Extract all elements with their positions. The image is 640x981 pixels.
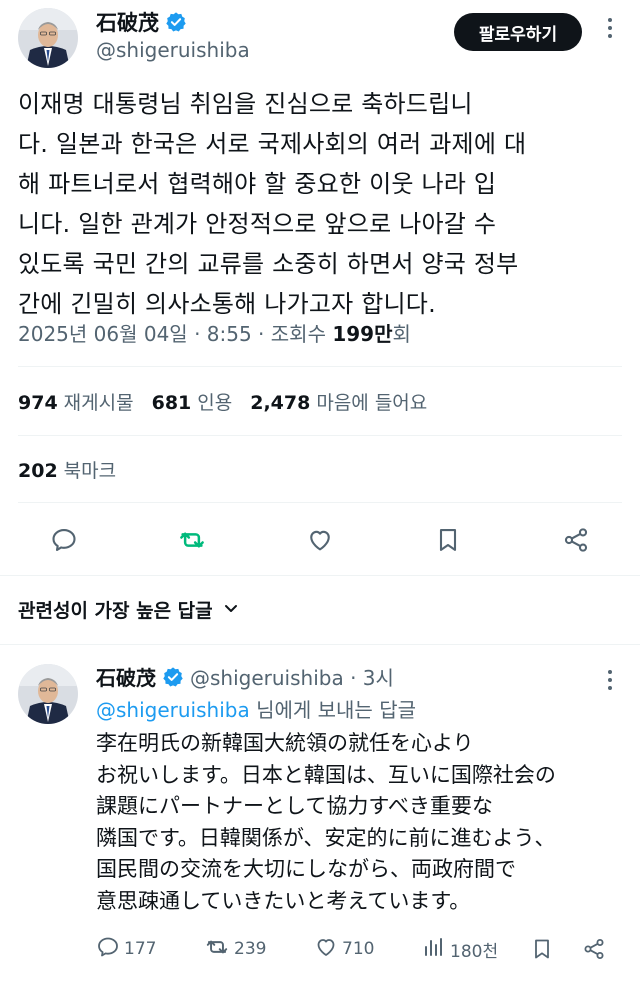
share-icon[interactable]	[560, 524, 592, 556]
engagement-stats: 974 재게시물 681 인용 2,478 마음에 들어요	[18, 388, 427, 415]
reply-text: 李在明氏の新韓国大統領の就任を心より お祝いします。日本と韓国は、互いに国際社会…	[96, 731, 556, 913]
reply-author-name[interactable]: 石破茂	[96, 662, 156, 691]
author-handle[interactable]: @shigeruishiba	[96, 38, 250, 62]
likes-stat[interactable]: 2,478 마음에 들어요	[250, 388, 427, 415]
bookmark-icon[interactable]	[530, 934, 554, 964]
quotes-stat[interactable]: 681 인용	[152, 388, 233, 415]
views-button[interactable]: 180천	[422, 934, 498, 964]
replies-sort-dropdown[interactable]: 관련성이 가장 높은 답글	[18, 596, 239, 623]
reposts-stat[interactable]: 974 재게시물	[18, 388, 134, 415]
views-icon	[422, 935, 446, 964]
replies-sort-label: 관련성이 가장 높은 답글	[18, 600, 213, 622]
more-icon[interactable]	[602, 670, 618, 690]
reply-header: 石破茂 @shigeruishiba · 3시	[96, 662, 394, 691]
bookmark-icon[interactable]	[432, 524, 464, 556]
reply-count: 177	[124, 939, 157, 959]
tweet-date: 2025년 06월 04일 · 8:55 · 조회수	[18, 322, 333, 346]
author-name-row[interactable]: 石破茂	[96, 7, 187, 37]
chevron-down-icon	[223, 599, 239, 621]
avatar[interactable]	[18, 8, 78, 68]
like-icon[interactable]	[304, 524, 336, 556]
divider	[18, 366, 622, 367]
bookmarks-stat[interactable]: 202 북마크	[18, 456, 116, 483]
author-name[interactable]: 石破茂	[96, 7, 159, 37]
divider	[18, 435, 622, 436]
follow-button[interactable]: 팔로우하기	[454, 13, 582, 51]
views-count: 180천	[450, 941, 499, 962]
reply-button[interactable]: 177	[96, 934, 156, 964]
verified-badge-icon	[165, 11, 187, 33]
repost-button[interactable]: 239	[204, 934, 266, 964]
divider	[0, 575, 640, 576]
views-count: 199만	[332, 322, 393, 346]
like-button[interactable]: 710	[314, 934, 374, 964]
avatar[interactable]	[18, 664, 78, 724]
mention-link[interactable]: @shigeruishiba	[96, 698, 250, 722]
views-unit: 회	[392, 322, 411, 346]
tweet-meta: 2025년 06월 04일 · 8:55 · 조회수 199만회	[18, 318, 411, 347]
like-count: 710	[342, 939, 375, 959]
repost-count: 239	[234, 939, 267, 959]
replying-to: @shigeruishiba 님에게 보내는 답글	[96, 698, 416, 722]
divider	[18, 502, 622, 503]
verified-badge-icon	[162, 666, 184, 688]
like-icon	[314, 935, 338, 964]
reply-icon[interactable]	[48, 524, 80, 556]
more-icon[interactable]	[602, 18, 618, 38]
tweet-actions	[0, 520, 640, 560]
repost-icon	[204, 934, 230, 965]
reply-icon	[96, 935, 120, 964]
reply-actions: 177 239 710 180천	[0, 934, 640, 964]
divider	[0, 644, 640, 645]
share-icon[interactable]	[582, 934, 606, 964]
repost-icon[interactable]	[176, 524, 208, 556]
tweet-text: 이재명 대통령님 취임을 진심으로 축하드립니 다. 일본과 한국은 서로 국제…	[18, 90, 527, 318]
reply-author-handle[interactable]: @shigeruishiba · 3시	[190, 662, 394, 691]
